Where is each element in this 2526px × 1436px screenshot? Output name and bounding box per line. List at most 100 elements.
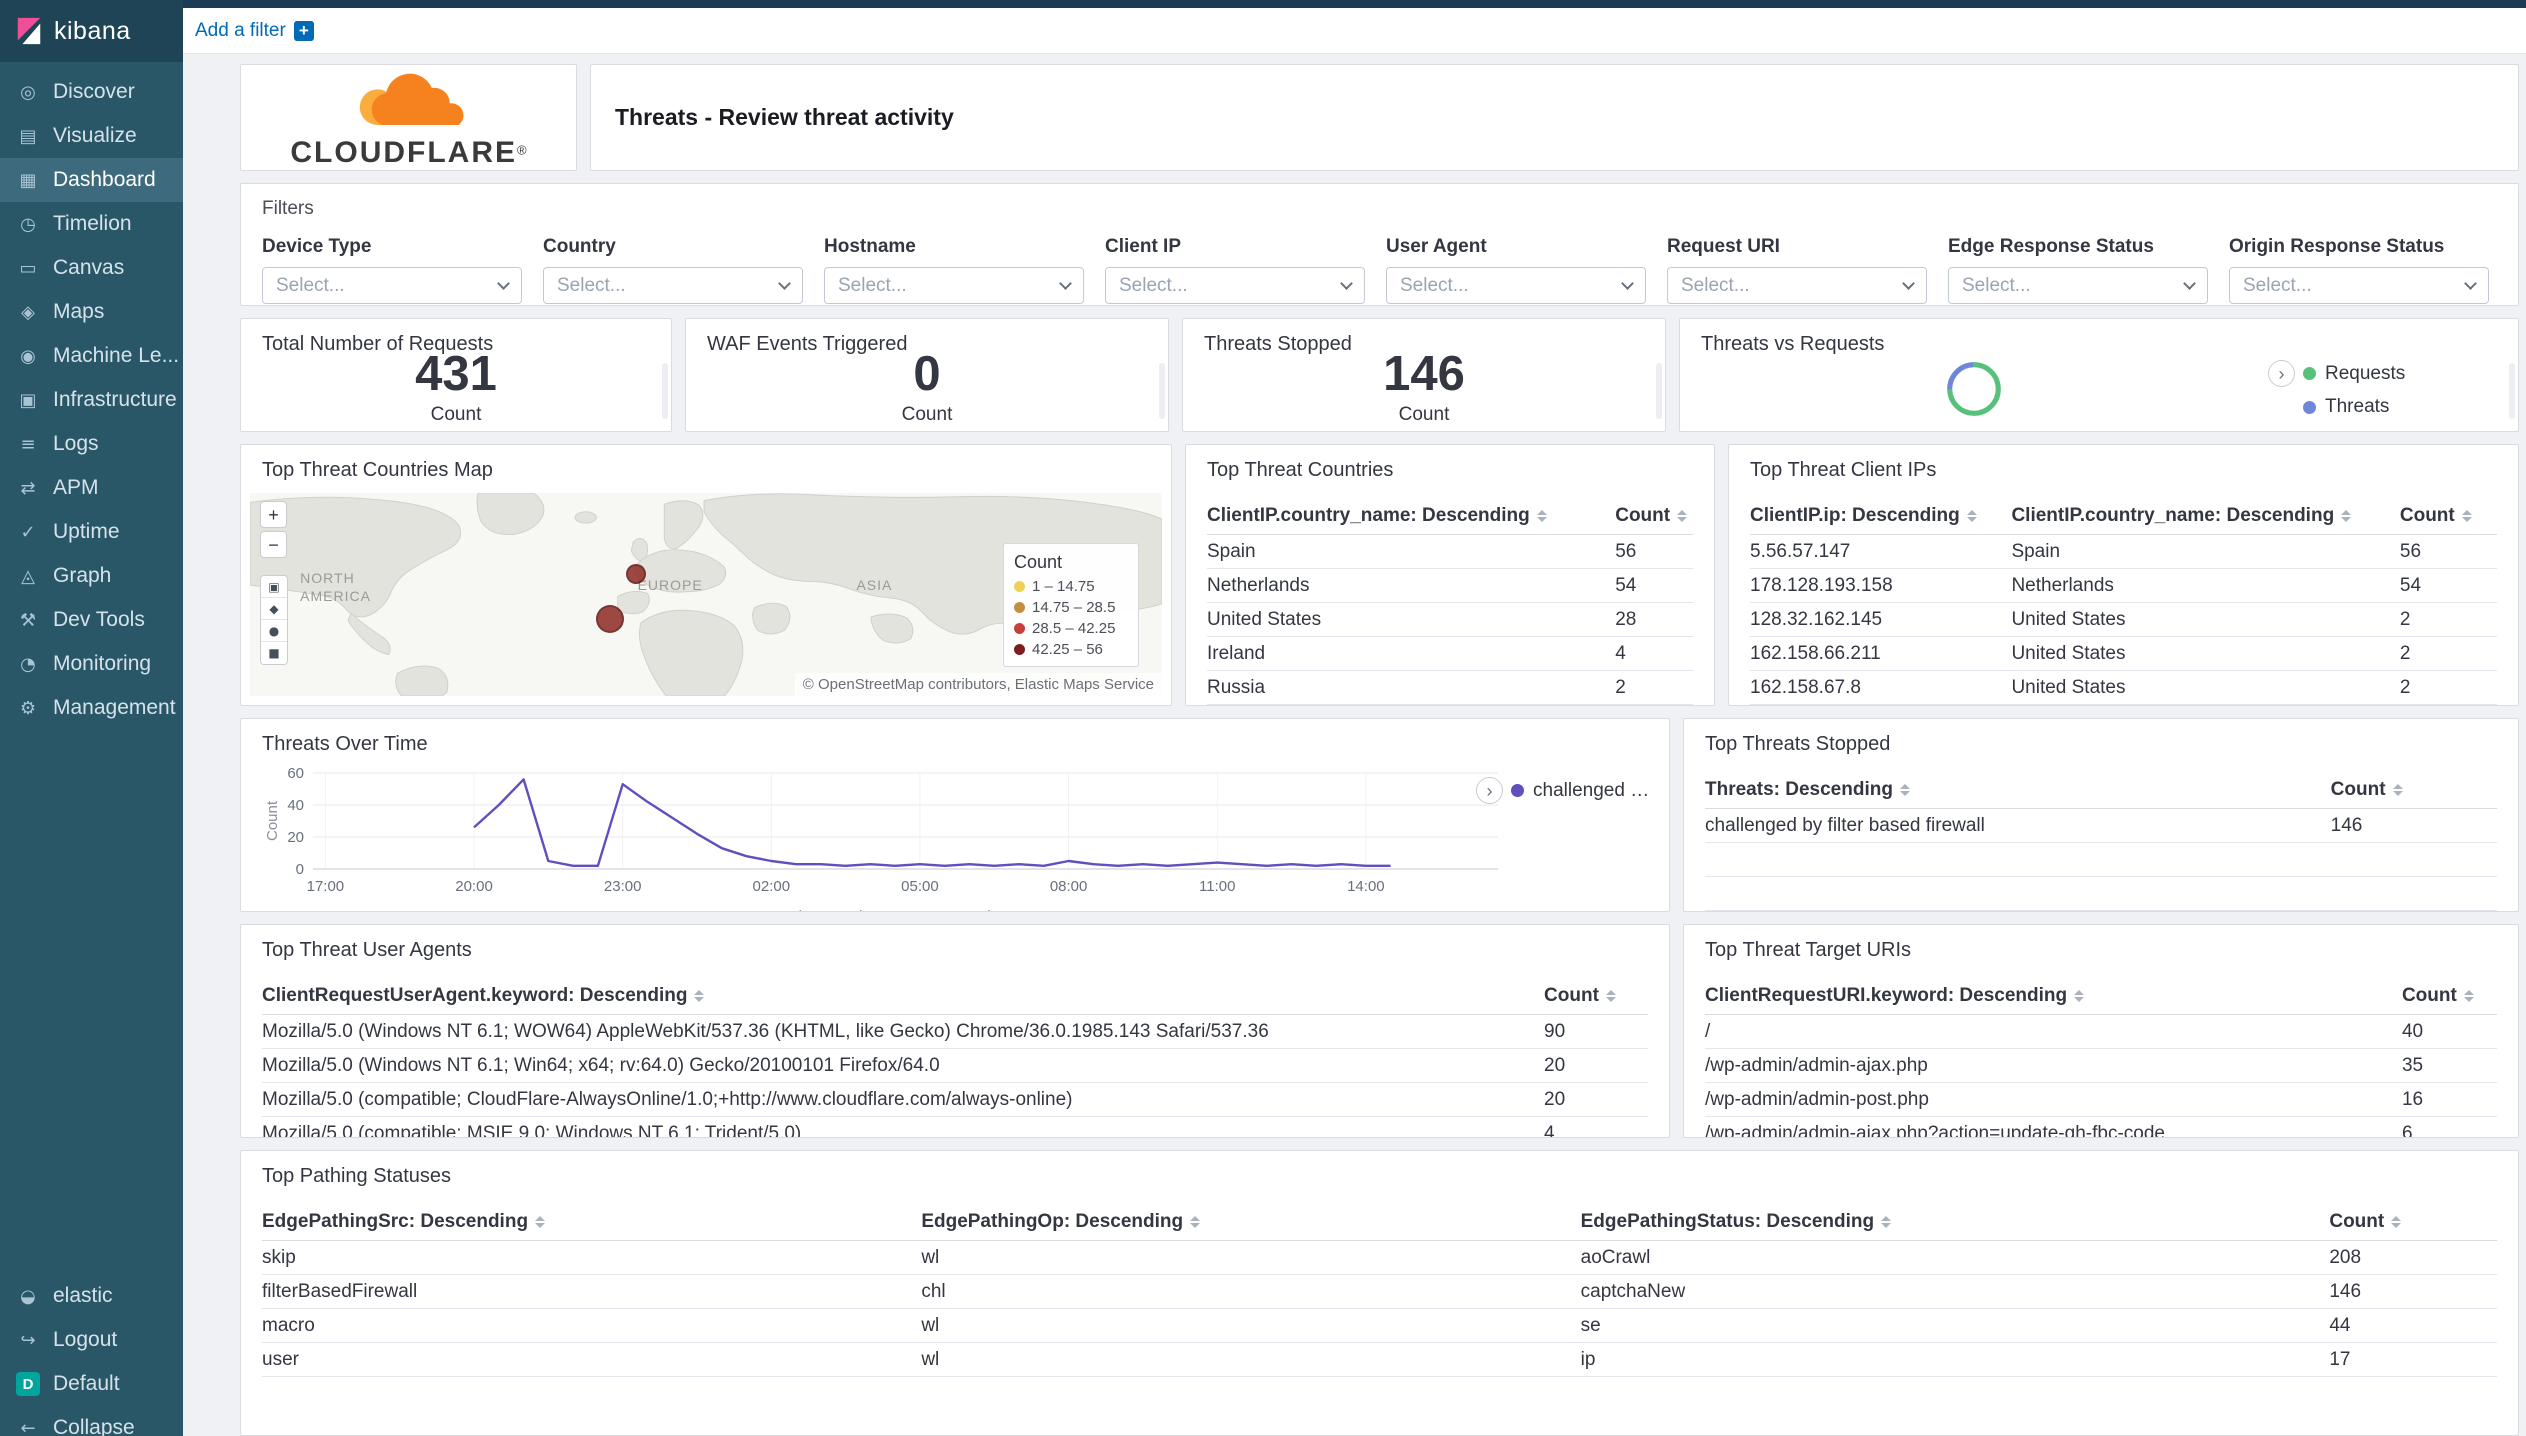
metric-body: 431 Count <box>241 319 671 431</box>
map-row: Top Threat Countries Map NORTH AMERICA E… <box>240 444 2519 707</box>
sidebar-item-machine-learning[interactable]: ◉ Machine Le... <box>0 334 183 378</box>
sidebar-footer-item-logout[interactable]: ↪ Logout <box>0 1318 183 1362</box>
filter-hostname-select[interactable]: Select... <box>824 267 1084 304</box>
column-header[interactable]: EdgePathingOp: Descending <box>921 1204 1581 1242</box>
column-header[interactable]: ClientIP.country_name: Descending <box>1207 498 1616 536</box>
column-header[interactable]: Count <box>2330 772 2497 810</box>
panel-title: Top Threat Countries Map <box>262 459 493 482</box>
sidebar-item-apm[interactable]: ⇄ APM <box>0 466 183 510</box>
table-row: Mozilla/5.0 (compatible; MSIE 9.0; Windo… <box>262 1116 1648 1138</box>
column-header[interactable]: Count <box>2399 498 2497 536</box>
panel-scrollbar[interactable] <box>1656 363 1662 420</box>
map-attribution[interactable]: © OpenStreetMap contributors, Elastic Ma… <box>794 673 1162 697</box>
filter-device-type-select[interactable]: Select... <box>262 267 522 304</box>
sidebar-item-dashboard[interactable]: ▦ Dashboard <box>0 158 183 202</box>
kibana-logo-icon <box>17 17 41 45</box>
sidebar-footer-item-default-space[interactable]: D Default <box>0 1362 183 1406</box>
sidebar-item-discover[interactable]: ◎ Discover <box>0 70 183 114</box>
filter-client-ip-select[interactable]: Select... <box>1105 267 1365 304</box>
chevron-down-icon <box>2464 276 2477 290</box>
column-header[interactable]: Count <box>2329 1204 2497 1242</box>
column-header[interactable]: ClientIP.country_name: Descending <box>2011 498 2400 536</box>
pathing-row: Top Pathing Statuses EdgePathingSrc: Des… <box>240 1150 2519 1436</box>
table-cell: 2 <box>2399 670 2497 706</box>
select-placeholder: Select... <box>2243 274 2312 296</box>
legend-expand-button[interactable]: › <box>2268 360 2295 388</box>
filter-edge-response-status-select[interactable]: Select... <box>1948 267 2208 304</box>
legend-item-threats[interactable]: Threats <box>2303 396 2518 418</box>
table-cell: 146 <box>2329 1274 2497 1310</box>
filters-panel: Filters Device Type Select... Country Selec… <box>240 183 2519 306</box>
sidebar-footer-item-elastic[interactable]: ◒ elastic <box>0 1274 183 1318</box>
sidebar-item-maps[interactable]: ◈ Maps <box>0 290 183 334</box>
sidebar-item-monitoring[interactable]: ◔ Monitoring <box>0 642 183 686</box>
line-chart-legend[interactable]: › challenged by filter based firewall <box>1476 777 1653 805</box>
table-cell: 35 <box>2401 1048 2497 1084</box>
threats-over-time-chart[interactable]: 0 20 40 60 17:00 20:00 23:00 02:00 05:00 08:00 11:… <box>261 761 1521 912</box>
zoom-out-button[interactable]: − <box>260 531 287 559</box>
panel-scrollbar[interactable] <box>662 363 668 420</box>
chevron-down-icon <box>1621 276 1634 290</box>
maps-icon: ◈ <box>21 301 35 323</box>
column-header[interactable]: ClientRequestURI.keyword: Descending <box>1705 978 2402 1016</box>
zoom-in-button[interactable]: + <box>260 501 287 529</box>
sidebar-item-canvas[interactable]: ▭ Canvas <box>0 246 183 290</box>
sidebar-item-uptime[interactable]: ✓ Uptime <box>0 510 183 554</box>
filter-country-select[interactable]: Select... <box>543 267 803 304</box>
map-legend-item: 14.75 – 28.5 <box>1014 599 1128 616</box>
tool-rectangle-icon[interactable]: ■ <box>261 642 287 665</box>
panel-scrollbar[interactable] <box>2509 363 2515 420</box>
map-canvas[interactable]: NORTH AMERICA EUROPE ASIA + − ▣ ◆ ● ■ Count 1… <box>250 493 1162 697</box>
table-cell: Ireland <box>1207 636 1616 672</box>
filter-user-agent-select[interactable]: Select... <box>1386 267 1646 304</box>
sidebar-item-logs[interactable]: ≡ Logs <box>0 422 183 466</box>
column-header[interactable]: EdgePathingStatus: Descending <box>1580 1204 2330 1242</box>
management-icon: ⚙ <box>19 697 37 719</box>
table-cell: Mozilla/5.0 (compatible; CloudFlare-Alwa… <box>262 1082 1545 1118</box>
table-cell: wl <box>921 1308 1581 1344</box>
filter-origin-response-status-select[interactable]: Select... <box>2229 267 2489 304</box>
table-cell: se <box>1580 1308 2330 1344</box>
top-threats-stopped-table: Threats: Descending Count challenged by fi… <box>1705 772 2497 912</box>
column-header[interactable]: Count <box>1544 978 1648 1016</box>
panel-scrollbar[interactable] <box>1159 363 1165 420</box>
column-header[interactable]: Count <box>1615 498 1693 536</box>
threats-vs-requests-donut[interactable] <box>1946 361 2002 417</box>
sidebar-item-infrastructure[interactable]: ▣ Infrastructure <box>0 378 183 422</box>
tool-polygon-icon[interactable]: ◆ <box>261 598 287 621</box>
table-cell: 28 <box>1615 602 1693 638</box>
sidebar-item-timelion[interactable]: ◷ Timelion <box>0 202 183 246</box>
column-header[interactable]: ClientIP.ip: Descending <box>1750 498 2012 536</box>
column-header[interactable]: Count <box>2401 978 2497 1016</box>
sidebar-item-label: Dashboard <box>53 168 156 191</box>
sort-icon <box>1899 784 1910 797</box>
sidebar-item-management[interactable]: ⚙ Management <box>0 686 183 730</box>
top-threat-target-uris-table: ClientRequestURI.keyword: Descending Coun… <box>1705 978 2497 1138</box>
canvas-icon: ▭ <box>19 257 37 279</box>
table-cell: chl <box>921 1274 1581 1310</box>
agents-row: Top Threat User Agents ClientRequestUser… <box>240 924 2519 1139</box>
sidebar-item-graph[interactable]: ◬ Graph <box>0 554 183 598</box>
tool-circle-icon[interactable]: ● <box>261 620 287 643</box>
kibana-logo[interactable]: kibana <box>0 0 183 62</box>
sidebar-item-visualize[interactable]: ▤ Visualize <box>0 114 183 158</box>
filters-row: Filters Device Type Select... Country Selec… <box>240 183 2519 306</box>
filter-request-uri-select[interactable]: Select... <box>1667 267 1927 304</box>
sort-icon <box>2461 510 2472 523</box>
sidebar-item-dev-tools[interactable]: ⚒ Dev Tools <box>0 598 183 642</box>
column-header[interactable]: Threats: Descending <box>1705 772 2331 810</box>
table-cell: 20 <box>1544 1082 1648 1118</box>
cloudflare-wordmark: CLOUDFLARE® <box>290 136 526 170</box>
tool-box-select-icon[interactable]: ▣ <box>261 576 287 599</box>
sidebar-footer-item-collapse[interactable]: ← Collapse <box>0 1406 183 1436</box>
add-filter-link[interactable]: Add a filter + <box>195 20 314 42</box>
legend-expand-button[interactable]: › <box>1476 777 1503 805</box>
dev-tools-icon: ⚒ <box>19 609 37 631</box>
column-header[interactable]: ClientRequestUserAgent.keyword: Descendi… <box>262 978 1545 1016</box>
donut-chart-body: › Requests Threats <box>1680 319 2518 431</box>
legend-item-requests[interactable]: › Requests <box>2268 360 2518 388</box>
table-cell: Spain <box>1207 534 1616 570</box>
legend-color-dot <box>1014 623 1025 635</box>
column-header[interactable]: EdgePathingSrc: Descending <box>262 1204 922 1242</box>
top-navbar-strip <box>183 0 2526 8</box>
